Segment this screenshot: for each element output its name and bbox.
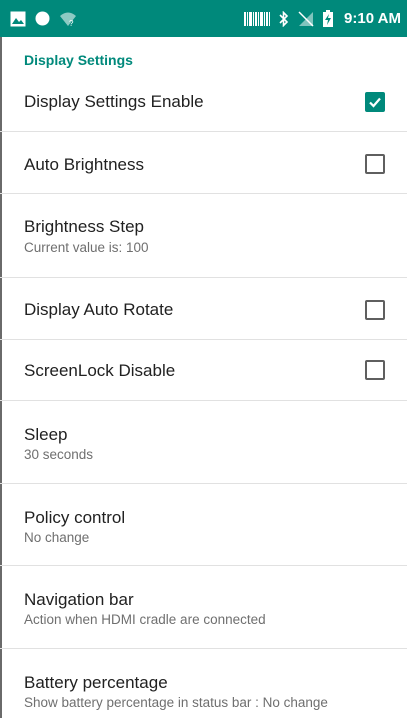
display-settings-enable-checkbox[interactable]	[365, 92, 385, 112]
svg-text:?: ?	[69, 19, 74, 27]
pref-title: Auto Brightness	[24, 155, 145, 174]
status-bar-right: 9:10 AM	[244, 10, 401, 27]
pref-title: Policy control	[24, 508, 126, 527]
pref-title: Brightness Step	[24, 217, 145, 236]
circle-icon	[35, 11, 50, 26]
pref-summary: No change	[24, 530, 90, 545]
wifi-question-icon: ?	[59, 11, 77, 27]
section-header: Display Settings	[24, 52, 133, 68]
no-signal-icon	[298, 10, 314, 27]
barcode-icon	[244, 11, 271, 26]
checkmark-icon	[369, 97, 381, 108]
pref-screenlock-disable[interactable]: ScreenLock Disable	[0, 340, 407, 401]
image-icon	[10, 11, 26, 27]
pref-title: Display Settings Enable	[24, 92, 204, 111]
pref-brightness-step[interactable]: Brightness Step Current value is: 100	[0, 194, 407, 278]
pref-summary: Current value is: 100	[24, 240, 149, 255]
pref-sleep[interactable]: Sleep 30 seconds	[0, 401, 407, 484]
pref-display-auto-rotate[interactable]: Display Auto Rotate	[0, 278, 407, 340]
screenlock-disable-checkbox[interactable]	[365, 360, 385, 380]
pref-auto-brightness[interactable]: Auto Brightness	[0, 132, 407, 194]
display-auto-rotate-checkbox[interactable]	[365, 300, 385, 320]
pref-summary: Action when HDMI cradle are connected	[24, 612, 266, 627]
pref-battery-percentage[interactable]: Battery percentage Show battery percenta…	[0, 649, 407, 718]
status-bar: ? 9:10 AM	[0, 0, 407, 37]
pref-summary: 30 seconds	[24, 447, 94, 462]
battery-charging-icon	[323, 10, 334, 27]
pref-display-settings-enable[interactable]: Display Settings Enable	[0, 72, 407, 132]
pref-policy-control[interactable]: Policy control No change	[0, 484, 407, 566]
status-bar-left: ?	[10, 11, 77, 27]
pref-title: ScreenLock Disable	[24, 361, 176, 380]
pref-title: Display Auto Rotate	[24, 300, 174, 319]
pref-title: Navigation bar	[24, 590, 134, 609]
auto-brightness-checkbox[interactable]	[365, 154, 385, 174]
pref-title: Sleep	[24, 425, 68, 444]
pref-navigation-bar[interactable]: Navigation bar Action when HDMI cradle a…	[0, 566, 407, 649]
pref-title: Battery percentage	[24, 673, 168, 692]
pref-summary: Show battery percentage in status bar : …	[24, 695, 328, 710]
bluetooth-icon	[279, 10, 289, 27]
status-time: 9:10 AM	[344, 10, 401, 27]
